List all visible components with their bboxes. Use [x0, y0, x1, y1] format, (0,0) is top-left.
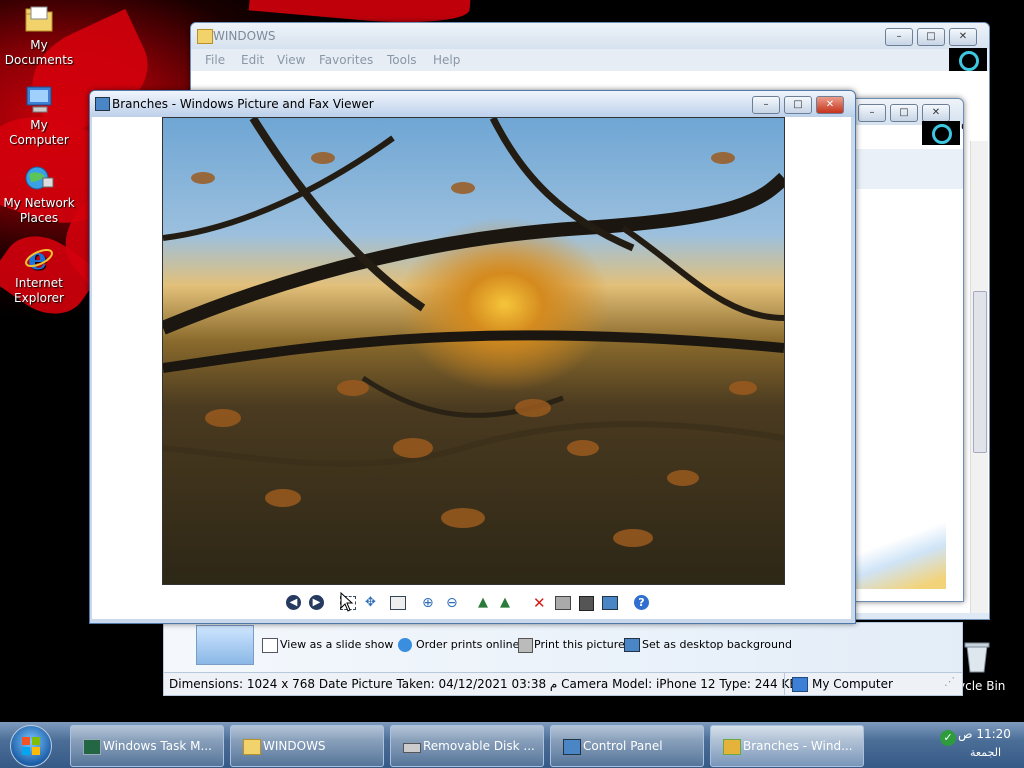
print-icon[interactable]	[555, 596, 571, 610]
explorer-titlebar[interactable]: WINDOWS – □ ✕	[191, 23, 989, 49]
resize-grip-icon[interactable]: ⋰	[944, 675, 955, 688]
minimize-button[interactable]: –	[858, 104, 886, 122]
maximize-button[interactable]: □	[784, 96, 812, 114]
branches-artwork	[163, 118, 784, 547]
menu-tools[interactable]: Tools	[387, 53, 417, 67]
picture-tasks-bar: View as a slide show Order prints online…	[163, 622, 963, 674]
status-zone: My Computer	[812, 677, 893, 691]
previous-icon[interactable]: ◀	[286, 595, 301, 610]
close-button[interactable]: ✕	[922, 104, 950, 122]
viewer-title: Branches - Windows Picture and Fax Viewe…	[112, 97, 374, 111]
help-icon[interactable]: ?	[634, 595, 649, 610]
explorer-title: WINDOWS	[213, 29, 276, 43]
taskbar-item-task-manager[interactable]: Windows Task M...	[70, 725, 224, 767]
close-button[interactable]: ✕	[949, 28, 977, 46]
second-window: – □ ✕ co	[855, 98, 964, 602]
desktop-icon-my-documents[interactable]: My Documents	[1, 4, 77, 68]
folder-icon	[23, 4, 55, 36]
computer-icon	[792, 677, 808, 692]
save-icon[interactable]	[579, 596, 594, 611]
rotate-counterclockwise-icon[interactable]: ▲	[500, 595, 510, 610]
menu-file[interactable]: File	[205, 53, 225, 67]
scrollbar-thumb[interactable]	[973, 291, 987, 453]
task-link-print[interactable]: Print this picture	[534, 638, 625, 651]
recycle-bin-label: ycle Bin	[958, 679, 1006, 693]
minimize-button[interactable]: –	[752, 96, 780, 114]
computer-icon	[23, 84, 55, 116]
taskbar-item-control-panel[interactable]: Control Panel	[550, 725, 704, 767]
taskbar-item-windows-folder[interactable]: WINDOWS	[230, 725, 384, 767]
network-icon	[23, 162, 55, 194]
actual-size-icon[interactable]: ✥	[365, 596, 379, 610]
folder-icon	[243, 739, 261, 755]
control-panel-icon	[563, 739, 581, 755]
thumbnail	[856, 509, 946, 589]
zoom-out-icon[interactable]: ⊖	[446, 595, 458, 611]
desktop-icon-internet-explorer[interactable]: e Internet Explorer	[1, 242, 77, 306]
desktop-background-icon	[624, 638, 640, 652]
desktop-icon-my-network-places[interactable]: My Network Places	[1, 162, 77, 226]
clock-time[interactable]: 11:20 ص	[958, 727, 1011, 741]
desktop-icon-label: Internet Explorer	[14, 276, 64, 305]
windows-logo	[949, 48, 987, 72]
maximize-button[interactable]: □	[917, 28, 945, 46]
desktop-icon-my-computer[interactable]: My Computer	[1, 84, 77, 148]
status-bar: Dimensions: 1024 x 768 Date Picture Take…	[163, 672, 963, 696]
taskbar: Windows Task M... WINDOWS Removable Disk…	[0, 722, 1024, 768]
desktop-icon-label: My Computer	[9, 118, 69, 147]
windows-logo	[922, 121, 960, 145]
delete-icon[interactable]: ✕	[533, 594, 546, 612]
task-link-set-background[interactable]: Set as desktop background	[642, 638, 792, 651]
menu-help[interactable]: Help	[433, 53, 460, 67]
desktop-icon-label: My Documents	[4, 38, 74, 67]
start-button[interactable]	[10, 725, 52, 767]
task-manager-icon	[83, 739, 101, 755]
recycle-bin-icon[interactable]	[962, 640, 992, 674]
picture-viewer-app-icon	[95, 97, 110, 111]
clock-day: الجمعة	[970, 746, 1002, 759]
security-check-icon[interactable]: ✓	[940, 730, 956, 746]
mouse-cursor-icon	[340, 591, 354, 615]
task-link-slideshow[interactable]: View as a slide show	[280, 638, 393, 651]
printer-icon	[518, 638, 533, 653]
vertical-scrollbar[interactable]	[970, 141, 988, 619]
menu-view[interactable]: View	[277, 53, 305, 67]
desktop-icon-label: My Network Places	[3, 196, 75, 225]
removable-disk-icon	[403, 743, 421, 753]
rotate-clockwise-icon[interactable]: ▲	[478, 595, 488, 610]
slideshow-icon[interactable]	[390, 596, 406, 610]
picture-viewer-window: Branches - Windows Picture and Fax Viewe…	[89, 90, 856, 624]
partial-label: co	[961, 119, 963, 133]
next-icon[interactable]: ▶	[309, 595, 324, 610]
taskbar-item-picture-viewer[interactable]: Branches - Wind...	[710, 725, 864, 767]
taskbar-item-removable-disk[interactable]: Removable Disk ...	[390, 725, 544, 767]
status-dimensions: Dimensions: 1024 x 768 Date Picture Take…	[169, 677, 798, 691]
folder-icon	[197, 29, 213, 44]
zoom-in-icon[interactable]: ⊕	[422, 595, 434, 611]
menu-bar: File Edit View Favorites Tools Help	[191, 49, 989, 71]
slideshow-icon	[262, 638, 278, 653]
open-in-editor-icon[interactable]	[602, 596, 618, 610]
maximize-button[interactable]: □	[890, 104, 918, 122]
minimize-button[interactable]: –	[885, 28, 913, 46]
menu-favorites[interactable]: Favorites	[319, 53, 373, 67]
internet-explorer-icon: e	[23, 242, 55, 277]
menu-edit[interactable]: Edit	[241, 53, 264, 67]
viewer-titlebar[interactable]: Branches - Windows Picture and Fax Viewe…	[90, 91, 855, 117]
displayed-photo	[162, 117, 785, 585]
picture-viewer-icon	[723, 739, 741, 755]
close-button[interactable]: ✕	[816, 96, 844, 114]
monitor-illustration	[196, 625, 254, 665]
globe-icon	[398, 638, 412, 652]
task-link-order-prints[interactable]: Order prints online	[416, 638, 519, 651]
svg-text:e: e	[28, 242, 47, 274]
